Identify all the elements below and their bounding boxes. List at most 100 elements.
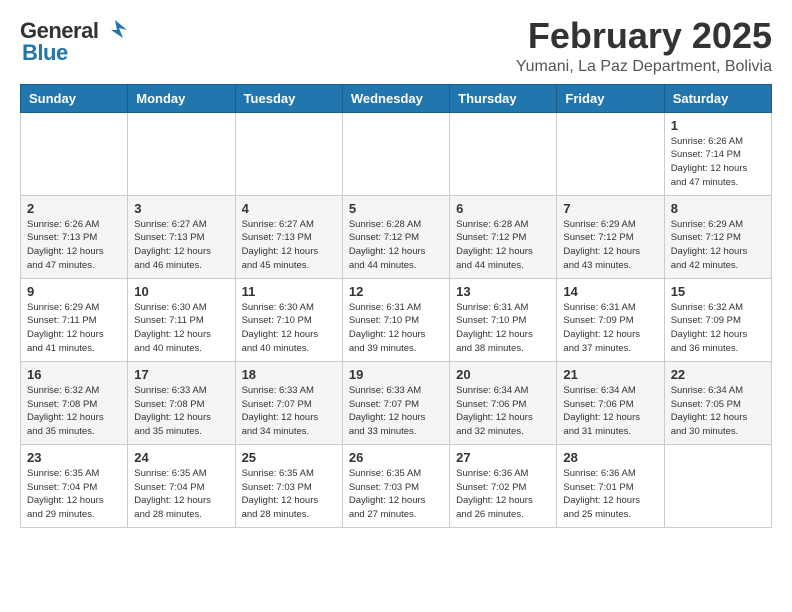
- day-number: 19: [349, 367, 443, 382]
- col-thursday: Thursday: [450, 84, 557, 112]
- table-row: 27 Sunrise: 6:36 AM Sunset: 7:02 PM Dayli…: [450, 444, 557, 527]
- table-row: 3 Sunrise: 6:27 AM Sunset: 7:13 PM Daylig…: [128, 195, 235, 278]
- day-number: 5: [349, 201, 443, 216]
- table-row: 9 Sunrise: 6:29 AM Sunset: 7:11 PM Daylig…: [21, 278, 128, 361]
- day-number: 9: [27, 284, 121, 299]
- calendar-week-row: 16 Sunrise: 6:32 AM Sunset: 7:08 PM Dayli…: [21, 361, 772, 444]
- day-number: 15: [671, 284, 765, 299]
- day-info: Sunrise: 6:33 AM Sunset: 7:08 PM Dayligh…: [134, 384, 228, 439]
- day-number: 3: [134, 201, 228, 216]
- day-number: 2: [27, 201, 121, 216]
- calendar-week-row: 1 Sunrise: 6:26 AM Sunset: 7:14 PM Daylig…: [21, 112, 772, 195]
- table-row: 22 Sunrise: 6:34 AM Sunset: 7:05 PM Dayli…: [664, 361, 771, 444]
- day-number: 12: [349, 284, 443, 299]
- day-number: 13: [456, 284, 550, 299]
- table-row: 23Sunrise: 6:35 AM Sunset: 7:04 PM Dayli…: [21, 444, 128, 527]
- day-number: 16: [27, 367, 121, 382]
- day-info: Sunrise: 6:33 AM Sunset: 7:07 PM Dayligh…: [349, 384, 443, 439]
- day-info: Sunrise: 6:32 AM Sunset: 7:09 PM Dayligh…: [671, 301, 765, 356]
- header: General Blue February 2025 Yumani, La Pa…: [20, 16, 772, 76]
- month-title: February 2025: [516, 16, 772, 56]
- day-info: Sunrise: 6:27 AM Sunset: 7:13 PM Dayligh…: [134, 218, 228, 273]
- calendar-table: Sunday Monday Tuesday Wednesday Thursday…: [20, 84, 772, 528]
- table-row: 5 Sunrise: 6:28 AM Sunset: 7:12 PM Daylig…: [342, 195, 449, 278]
- table-row: [128, 112, 235, 195]
- day-number: 28: [563, 450, 657, 465]
- table-row: 21Sunrise: 6:34 AM Sunset: 7:06 PM Dayli…: [557, 361, 664, 444]
- day-number: 18: [242, 367, 336, 382]
- table-row: 8 Sunrise: 6:29 AM Sunset: 7:12 PM Daylig…: [664, 195, 771, 278]
- day-info: Sunrise: 6:26 AM Sunset: 7:13 PM Dayligh…: [27, 218, 121, 273]
- day-number: 21: [563, 367, 657, 382]
- table-row: 25 Sunrise: 6:35 AM Sunset: 7:03 PM Dayli…: [235, 444, 342, 527]
- table-row: 13 Sunrise: 6:31 AM Sunset: 7:10 PM Dayli…: [450, 278, 557, 361]
- col-sunday: Sunday: [21, 84, 128, 112]
- day-number: 14: [563, 284, 657, 299]
- day-info: Sunrise: 6:34 AM Sunset: 7:05 PM Dayligh…: [671, 384, 765, 439]
- col-monday: Monday: [128, 84, 235, 112]
- day-info: Sunrise: 6:36 AM Sunset: 7:02 PM Dayligh…: [456, 467, 550, 522]
- table-row: 24Sunrise: 6:35 AM Sunset: 7:04 PM Dayli…: [128, 444, 235, 527]
- day-info: Sunrise: 6:31 AM Sunset: 7:10 PM Dayligh…: [456, 301, 550, 356]
- table-row: 12 Sunrise: 6:31 AM Sunset: 7:10 PM Dayli…: [342, 278, 449, 361]
- day-number: 11: [242, 284, 336, 299]
- day-number: 27: [456, 450, 550, 465]
- col-friday: Friday: [557, 84, 664, 112]
- day-number: 1: [671, 118, 765, 133]
- table-row: 17 Sunrise: 6:33 AM Sunset: 7:08 PM Dayli…: [128, 361, 235, 444]
- table-row: 1 Sunrise: 6:26 AM Sunset: 7:14 PM Daylig…: [664, 112, 771, 195]
- day-number: 7: [563, 201, 657, 216]
- logo-blue-text: Blue: [22, 40, 68, 66]
- table-row: [450, 112, 557, 195]
- day-info: Sunrise: 6:28 AM Sunset: 7:12 PM Dayligh…: [456, 218, 550, 273]
- table-row: 26 Sunrise: 6:35 AM Sunset: 7:03 PM Dayli…: [342, 444, 449, 527]
- day-info: Sunrise: 6:27 AM Sunset: 7:13 PM Dayligh…: [242, 218, 336, 273]
- table-row: 15 Sunrise: 6:32 AM Sunset: 7:09 PM Dayli…: [664, 278, 771, 361]
- table-row: 11Sunrise: 6:30 AM Sunset: 7:10 PM Dayli…: [235, 278, 342, 361]
- logo-bird-icon: [100, 16, 129, 44]
- day-number: 26: [349, 450, 443, 465]
- table-row: 4 Sunrise: 6:27 AM Sunset: 7:13 PM Daylig…: [235, 195, 342, 278]
- calendar-week-row: 23Sunrise: 6:35 AM Sunset: 7:04 PM Dayli…: [21, 444, 772, 527]
- day-info: Sunrise: 6:28 AM Sunset: 7:12 PM Dayligh…: [349, 218, 443, 273]
- day-info: Sunrise: 6:30 AM Sunset: 7:11 PM Dayligh…: [134, 301, 228, 356]
- table-row: [21, 112, 128, 195]
- day-info: Sunrise: 6:33 AM Sunset: 7:07 PM Dayligh…: [242, 384, 336, 439]
- day-info: Sunrise: 6:31 AM Sunset: 7:10 PM Dayligh…: [349, 301, 443, 356]
- day-info: Sunrise: 6:31 AM Sunset: 7:09 PM Dayligh…: [563, 301, 657, 356]
- day-info: Sunrise: 6:35 AM Sunset: 7:03 PM Dayligh…: [349, 467, 443, 522]
- table-row: [557, 112, 664, 195]
- table-row: 18 Sunrise: 6:33 AM Sunset: 7:07 PM Dayli…: [235, 361, 342, 444]
- table-row: 6 Sunrise: 6:28 AM Sunset: 7:12 PM Daylig…: [450, 195, 557, 278]
- table-row: [664, 444, 771, 527]
- page: General Blue February 2025 Yumani, La Pa…: [0, 0, 792, 544]
- day-info: Sunrise: 6:36 AM Sunset: 7:01 PM Dayligh…: [563, 467, 657, 522]
- day-info: Sunrise: 6:35 AM Sunset: 7:04 PM Dayligh…: [27, 467, 121, 522]
- day-number: 4: [242, 201, 336, 216]
- day-info: Sunrise: 6:32 AM Sunset: 7:08 PM Dayligh…: [27, 384, 121, 439]
- day-info: Sunrise: 6:29 AM Sunset: 7:11 PM Dayligh…: [27, 301, 121, 356]
- day-info: Sunrise: 6:35 AM Sunset: 7:03 PM Dayligh…: [242, 467, 336, 522]
- day-info: Sunrise: 6:34 AM Sunset: 7:06 PM Dayligh…: [456, 384, 550, 439]
- day-number: 22: [671, 367, 765, 382]
- day-number: 25: [242, 450, 336, 465]
- day-info: Sunrise: 6:29 AM Sunset: 7:12 PM Dayligh…: [671, 218, 765, 273]
- day-info: Sunrise: 6:29 AM Sunset: 7:12 PM Dayligh…: [563, 218, 657, 273]
- calendar-week-row: 2 Sunrise: 6:26 AM Sunset: 7:13 PM Daylig…: [21, 195, 772, 278]
- day-info: Sunrise: 6:26 AM Sunset: 7:14 PM Dayligh…: [671, 135, 765, 190]
- day-number: 8: [671, 201, 765, 216]
- col-saturday: Saturday: [664, 84, 771, 112]
- day-number: 17: [134, 367, 228, 382]
- table-row: 2 Sunrise: 6:26 AM Sunset: 7:13 PM Daylig…: [21, 195, 128, 278]
- table-row: 20Sunrise: 6:34 AM Sunset: 7:06 PM Dayli…: [450, 361, 557, 444]
- day-info: Sunrise: 6:35 AM Sunset: 7:04 PM Dayligh…: [134, 467, 228, 522]
- day-number: 6: [456, 201, 550, 216]
- table-row: 16 Sunrise: 6:32 AM Sunset: 7:08 PM Dayli…: [21, 361, 128, 444]
- title-block: February 2025 Yumani, La Paz Department,…: [516, 16, 772, 76]
- table-row: 28 Sunrise: 6:36 AM Sunset: 7:01 PM Dayli…: [557, 444, 664, 527]
- table-row: [342, 112, 449, 195]
- table-row: 10 Sunrise: 6:30 AM Sunset: 7:11 PM Dayli…: [128, 278, 235, 361]
- col-tuesday: Tuesday: [235, 84, 342, 112]
- calendar-header-row: Sunday Monday Tuesday Wednesday Thursday…: [21, 84, 772, 112]
- day-number: 10: [134, 284, 228, 299]
